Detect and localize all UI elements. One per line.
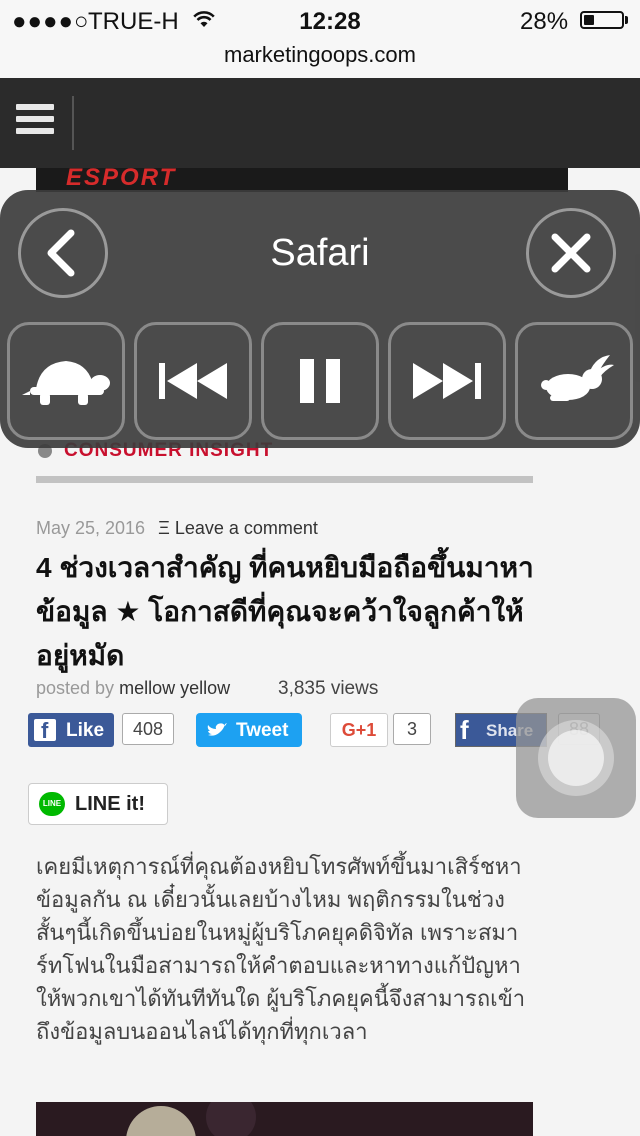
line-label: LINE it! [75, 793, 145, 815]
comment-icon: Ξ [158, 518, 170, 538]
article-body: เคยมีเหตุการณ์ที่คุณต้องหยิบโทรศัพท์ขึ้น… [36, 854, 526, 1044]
rabbit-icon [541, 355, 614, 401]
like-label: Like [66, 720, 105, 741]
byline: posted by mellow yellow [36, 678, 230, 699]
panel-title: Safari [270, 232, 370, 274]
comment-link-text: Leave a comment [174, 518, 318, 538]
google-plus-count: 3 [393, 713, 431, 745]
clock: 12:28 [299, 8, 361, 35]
google-plus-button[interactable]: G+1 [330, 713, 388, 747]
rewind-icon [159, 363, 227, 399]
back-button[interactable] [18, 208, 108, 298]
chevron-left-icon [47, 229, 75, 277]
status-bar: ●●●●○ TRUE-H 12:28 28% [0, 0, 640, 40]
banner-image[interactable]: ESPORT [36, 168, 568, 192]
address-bar[interactable]: marketingoops.com [0, 40, 640, 78]
battery-icon [580, 11, 624, 29]
tweet-button[interactable]: Tweet [196, 713, 302, 747]
facebook-like-button[interactable]: f Like [28, 713, 114, 747]
article-image[interactable] [36, 1102, 533, 1136]
turtle-icon [22, 361, 110, 405]
line-share-button[interactable]: LINE LINE it! [28, 783, 168, 825]
fast-forward-icon [413, 363, 481, 399]
category-divider [36, 476, 533, 483]
article-title[interactable]: 4 ช่วงเวลาสำคัญ ที่คนหยิบมือถือขึ้นมาหาข… [36, 546, 546, 678]
like-count: 408 [122, 713, 174, 745]
fast-speed-button[interactable] [515, 322, 633, 440]
line-logo-icon: LINE [39, 792, 65, 816]
close-icon [551, 233, 591, 273]
tweet-label: Tweet [236, 720, 289, 741]
slow-speed-button[interactable] [7, 322, 125, 440]
header-divider [72, 96, 74, 150]
carrier-name: TRUE-H [88, 8, 179, 35]
wifi-icon [193, 11, 215, 27]
twitter-bird-icon [207, 723, 227, 736]
article-meta: May 25, 2016 Ξ Leave a comment [36, 518, 318, 539]
signal-strength: ●●●●○ [12, 8, 90, 35]
facebook-icon: f [34, 719, 56, 742]
banner-logo: ESPORT [66, 168, 177, 191]
next-button[interactable] [388, 322, 506, 440]
previous-button[interactable] [134, 322, 252, 440]
posted-by-label: posted by [36, 678, 115, 698]
pause-button[interactable] [261, 322, 379, 440]
close-button[interactable] [526, 208, 616, 298]
assistive-touch-button[interactable] [516, 698, 636, 818]
leave-comment-link[interactable]: Ξ Leave a comment [158, 518, 318, 538]
battery-percent: 28% [520, 8, 569, 35]
author-link[interactable]: mellow yellow [119, 678, 230, 698]
battery-level [584, 15, 594, 25]
site-header [0, 78, 640, 168]
pause-icon [300, 359, 340, 403]
article-date: May 25, 2016 [36, 518, 146, 538]
battery-tip [625, 16, 628, 24]
facebook-f-icon: f [460, 715, 469, 745]
assistive-touch-core [548, 730, 604, 786]
view-count: 3,835 views [278, 678, 379, 699]
hamburger-menu-icon[interactable] [16, 104, 54, 142]
